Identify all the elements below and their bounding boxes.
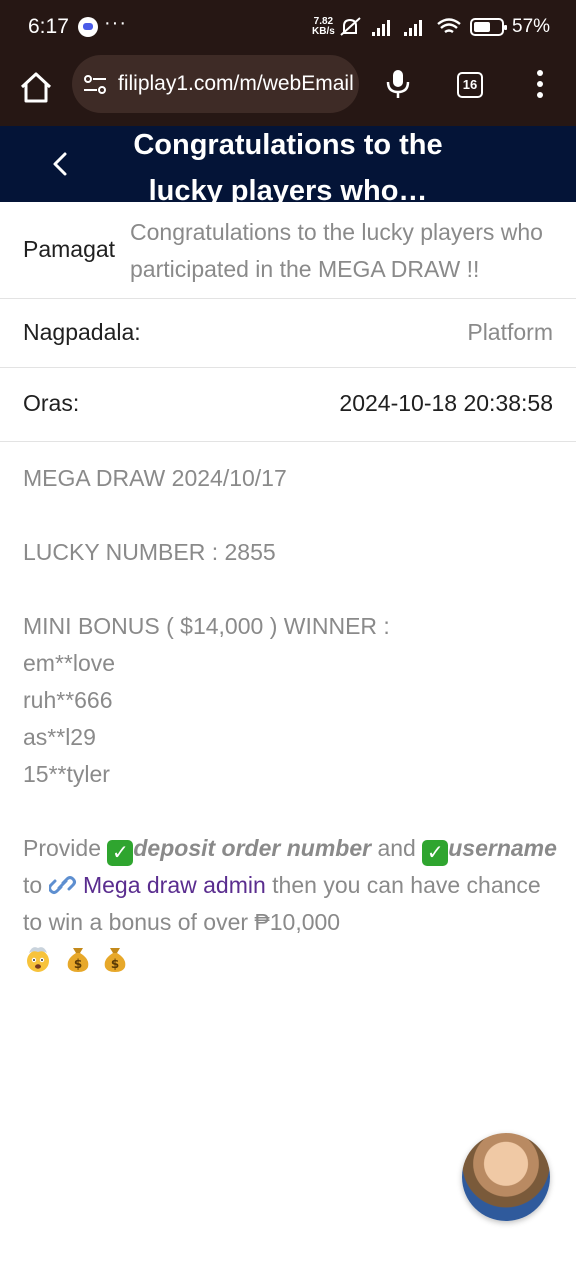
username-text: username <box>448 835 557 861</box>
and-text: and <box>377 835 416 861</box>
money-bag-icon: $ <box>104 948 126 972</box>
browser-toolbar: filiplay1.com/m/webEmail 16 <box>0 54 576 126</box>
site-settings-icon[interactable] <box>82 74 108 96</box>
time-row: Oras: 2024-10-18 20:38:58 <box>0 368 576 442</box>
status-time: 6:17 <box>28 15 69 38</box>
url-text[interactable]: filiplay1.com/m/webEmail <box>118 72 354 96</box>
time-label: Oras: <box>23 390 80 416</box>
battery-percent: 57% <box>512 16 551 37</box>
message-title-row: Pamagat Congratulations to the lucky pla… <box>0 202 576 299</box>
home-icon[interactable] <box>16 68 56 108</box>
svg-text:$: $ <box>74 957 82 971</box>
svg-text:$: $ <box>111 957 119 971</box>
sender-row: Nagpadala: Platform <box>0 299 576 368</box>
page-title: Congratulations to the lucky players who… <box>133 129 443 207</box>
mute-icon <box>340 17 361 36</box>
support-avatar-button[interactable] <box>462 1133 550 1221</box>
back-arrow-icon[interactable] <box>46 148 74 180</box>
network-speed-unit: KB/s <box>312 26 335 37</box>
sender-value: Platform <box>467 319 553 345</box>
bonus-heading: MINI BONUS ( $14,000 ) WINNER : <box>23 613 390 639</box>
exploding-head-icon <box>27 947 49 972</box>
signal-1-icon <box>372 20 390 36</box>
emoji-row: $ $ <box>23 941 559 978</box>
deposit-order-text: deposit order number <box>133 835 372 861</box>
link-icon <box>47 876 76 894</box>
network-speed: 7.82 KB/s <box>312 17 335 37</box>
title-label: Pamagat <box>23 236 116 262</box>
check-mark-icon: ✓ <box>422 840 449 866</box>
wifi-icon <box>437 18 461 33</box>
discord-icon <box>78 17 98 37</box>
money-bag-icon: $ <box>68 948 89 972</box>
address-bar[interactable]: filiplay1.com/m/webEmail <box>72 55 359 113</box>
sender-label: Nagpadala: <box>23 319 141 345</box>
page-header: Congratulations to the lucky players who… <box>0 126 576 207</box>
title-value: Congratulations to the lucky players who… <box>130 219 543 282</box>
check-mark-icon: ✓ <box>107 840 134 866</box>
winner-item: ruh**666 <box>23 687 113 713</box>
signal-2-icon <box>404 20 422 36</box>
mega-draw-admin-link[interactable]: Mega draw admin <box>83 872 266 898</box>
tab-switcher-button[interactable]: 16 <box>457 72 483 98</box>
status-icons <box>340 17 461 36</box>
provide-text: Provide <box>23 835 101 861</box>
battery-icon <box>470 18 507 36</box>
to-text: to <box>23 872 43 898</box>
microphone-icon[interactable] <box>384 68 412 100</box>
browser-menu-icon[interactable] <box>530 70 550 100</box>
draw-date: MEGA DRAW 2024/10/17 <box>23 465 287 491</box>
winner-item: 15**tyler <box>23 761 110 787</box>
message-body: MEGA DRAW 2024/10/17 LUCKY NUMBER : 2855… <box>23 460 559 978</box>
winner-item: as**l29 <box>23 724 96 750</box>
time-value: 2024-10-18 20:38:58 <box>339 390 553 416</box>
status-bar: 6:17 ··· 7.82 KB/s 57% <box>0 0 576 54</box>
winner-item: em**love <box>23 650 116 676</box>
more-notifications-icon: ··· <box>104 12 127 34</box>
instructions: Provide ✓ deposit order number and ✓ usern… <box>23 830 559 941</box>
lucky-number: LUCKY NUMBER : 2855 <box>23 539 276 565</box>
